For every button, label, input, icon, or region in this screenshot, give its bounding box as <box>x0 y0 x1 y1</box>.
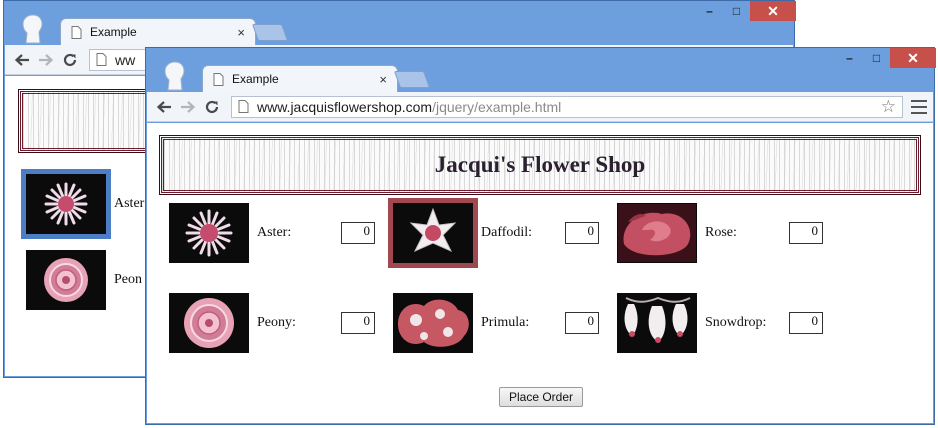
quantity-input[interactable]: 0 <box>565 222 599 244</box>
forward-arrow-icon[interactable] <box>177 96 199 118</box>
flower-item-rose: Rose: 0 <box>617 201 841 265</box>
flower-item-snowdrop: Snowdrop: 0 <box>617 291 841 355</box>
quantity-input[interactable]: 0 <box>565 312 599 334</box>
maximize-button[interactable]: □ <box>723 1 750 21</box>
tab-title: Example <box>232 72 279 86</box>
page-banner: Jacqui's Flower Shop <box>159 135 921 195</box>
page-icon <box>213 72 224 86</box>
flower-item-daffodil: Daffodil: 0 <box>388 198 617 268</box>
window-controls: – □ ✕ <box>836 48 936 68</box>
reload-icon[interactable] <box>59 49 81 71</box>
close-window-button[interactable]: ✕ <box>750 1 796 21</box>
url-host: www.jacquisflowershop.com <box>257 98 433 115</box>
aster-flower-icon[interactable] <box>169 203 249 263</box>
url-path: /jquery/example.html <box>432 98 562 115</box>
flower-row: Peony: 0 Primula: 0 Snowdrop: 0 <box>169 291 849 355</box>
peony-flower-icon[interactable] <box>169 293 249 353</box>
flower-grid: Aster: 0 Daffodil: 0 Rose: 0 Peony: 0 Pr… <box>169 198 849 381</box>
tab-close-icon[interactable]: × <box>379 73 387 86</box>
daffodil-flower-icon[interactable] <box>388 198 478 268</box>
tab-title: Example <box>90 25 137 39</box>
forward-arrow-icon[interactable] <box>35 49 57 71</box>
user-avatar-icon[interactable] <box>20 13 46 45</box>
back-arrow-icon[interactable] <box>11 49 33 71</box>
new-tab-button[interactable] <box>251 24 289 41</box>
minimize-button[interactable]: – <box>696 1 723 21</box>
menu-icon[interactable] <box>911 99 927 114</box>
place-order-button[interactable]: Place Order <box>499 387 583 407</box>
tab-close-icon[interactable]: × <box>237 26 245 39</box>
flower-label: Aster: <box>257 225 292 240</box>
star-icon[interactable]: ☆ <box>881 98 896 115</box>
quantity-input[interactable]: 0 <box>789 312 823 334</box>
address-bar[interactable]: www.jacquisflowershop.com/jquery/example… <box>231 95 903 118</box>
quantity-input[interactable]: 0 <box>341 222 375 244</box>
flower-label: Rose: <box>705 225 737 240</box>
reload-icon[interactable] <box>201 96 223 118</box>
page-content: Jacqui's Flower Shop Aster: 0 Daffodil: … <box>147 123 933 423</box>
flower-row: Aster: 0 Daffodil: 0 Rose: 0 <box>169 198 849 268</box>
peony-flower-icon[interactable] <box>26 250 106 310</box>
address-text: ww <box>115 51 136 68</box>
page-title: Jacqui's Flower Shop <box>434 152 646 177</box>
page-icon <box>238 100 249 113</box>
back-arrow-icon[interactable] <box>153 96 175 118</box>
tab-example[interactable]: Example × <box>60 18 256 45</box>
flower-item-primula: Primula: 0 <box>393 291 617 355</box>
flower-label: Peony: <box>257 315 296 330</box>
browser-toolbar: www.jacquisflowershop.com/jquery/example… <box>147 92 933 122</box>
flower-label: Snowdrop: <box>705 315 767 330</box>
aster-flower-icon[interactable] <box>21 169 111 239</box>
maximize-button[interactable]: □ <box>863 48 890 68</box>
quantity-input[interactable]: 0 <box>341 312 375 334</box>
flower-item-peony: Peony: 0 <box>169 291 393 355</box>
minimize-button[interactable]: – <box>836 48 863 68</box>
front-browser-window: Example × – □ ✕ www.jacquisflowershop.co… <box>145 47 936 425</box>
primula-flower-icon[interactable] <box>393 293 473 353</box>
flower-item-aster: Aster: 0 <box>169 201 393 265</box>
quantity-input[interactable]: 0 <box>789 222 823 244</box>
rose-flower-icon[interactable] <box>617 203 697 263</box>
close-window-button[interactable]: ✕ <box>890 48 936 68</box>
page-icon <box>96 53 107 66</box>
flower-label: Primula: <box>481 315 530 330</box>
new-tab-button[interactable] <box>393 71 431 88</box>
window-controls: – □ ✕ <box>696 1 796 21</box>
snowdrop-flower-icon[interactable] <box>617 293 697 353</box>
user-avatar-icon[interactable] <box>162 60 188 92</box>
page-icon <box>71 25 82 39</box>
flower-label: Daffodil: <box>481 225 533 240</box>
tab-example[interactable]: Example × <box>202 65 398 92</box>
